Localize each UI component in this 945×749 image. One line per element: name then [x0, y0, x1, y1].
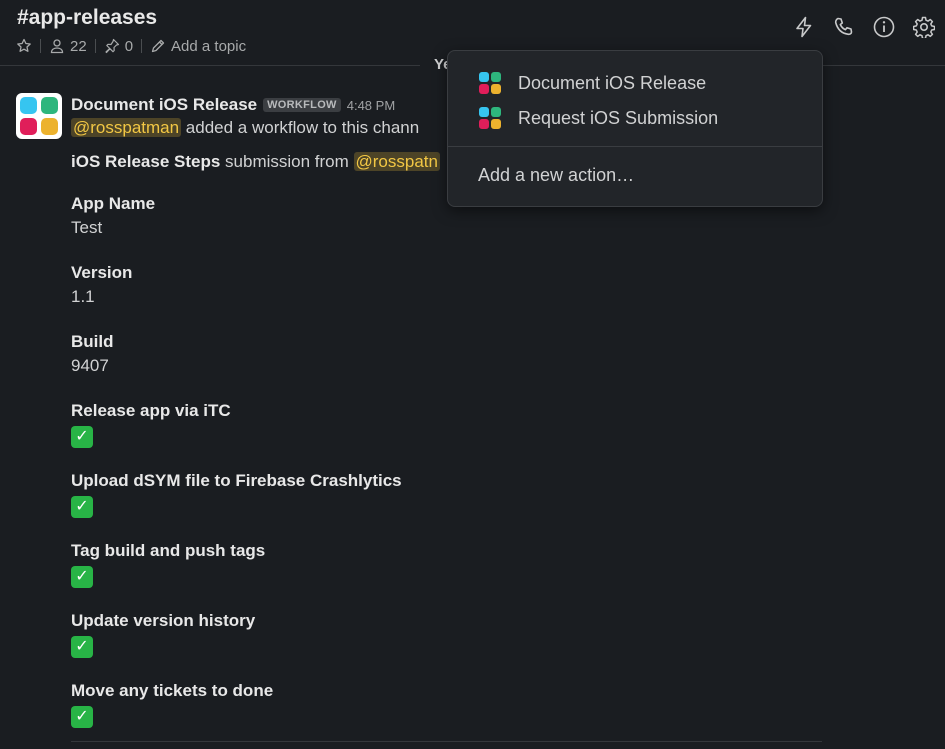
user-mention[interactable]: @rosspatn	[353, 152, 440, 171]
workflow-logo-icon	[479, 107, 501, 129]
info-icon[interactable]	[873, 16, 895, 38]
member-count[interactable]: 22	[70, 38, 87, 55]
field-move-tickets: Move any tickets to done ✓	[71, 679, 831, 728]
meta-separator	[141, 39, 143, 53]
checkmark-icon: ✓	[71, 496, 93, 518]
field-label: Upload dSYM file to Firebase Crashlytics	[71, 471, 402, 490]
workflow-logo-icon	[479, 72, 501, 94]
field-build: Build 9407	[71, 330, 831, 378]
phone-icon[interactable]	[833, 16, 855, 38]
checkmark-icon: ✓	[71, 566, 93, 588]
submission-text: submission from	[220, 152, 354, 171]
field-update-history: Update version history ✓	[71, 609, 831, 658]
added-text: added a workflow to this chann	[181, 118, 420, 137]
message-timestamp[interactable]: 4:48 PM	[347, 98, 395, 113]
gear-icon[interactable]	[913, 16, 935, 38]
workflow-avatar[interactable]	[16, 93, 62, 139]
field-tag-build: Tag build and push tags ✓	[71, 539, 831, 588]
menu-item-document-ios-release[interactable]: Document iOS Release	[478, 70, 706, 96]
field-value: 1.1	[71, 287, 95, 306]
menu-item-request-ios-submission[interactable]: Request iOS Submission	[478, 105, 718, 131]
header-actions	[793, 16, 935, 38]
field-value: 9407	[71, 356, 109, 375]
field-label: Tag build and push tags	[71, 541, 266, 560]
field-value: Test	[71, 218, 103, 237]
add-topic-link[interactable]: Add a topic	[171, 38, 246, 55]
lightning-icon[interactable]	[793, 16, 815, 38]
menu-separator	[448, 146, 822, 147]
pinned-count[interactable]: 0	[125, 38, 133, 55]
star-icon[interactable]	[16, 38, 32, 54]
meta-separator	[40, 39, 41, 53]
user-mention[interactable]: @rosspatman	[71, 118, 182, 137]
menu-item-label: Document iOS Release	[518, 72, 707, 93]
field-label: Move any tickets to done	[71, 681, 274, 700]
pencil-icon[interactable]	[150, 38, 166, 54]
field-label: Release app via iTC	[71, 401, 231, 420]
workflow-name: iOS Release Steps	[71, 152, 221, 171]
field-version: Version 1.1	[71, 261, 831, 309]
workflow-actions-menu: Document iOS Release Request iOS Submiss…	[447, 50, 823, 207]
checkmark-icon: ✓	[71, 636, 93, 658]
sender-name[interactable]: Document iOS Release	[71, 95, 257, 115]
meta-separator	[94, 39, 96, 53]
field-upload-dsym: Upload dSYM file to Firebase Crashlytics…	[71, 469, 831, 518]
pin-icon[interactable]	[104, 38, 120, 54]
field-label: Version	[71, 263, 133, 282]
members-icon[interactable]	[49, 38, 65, 54]
workflow-badge: WORKFLOW	[263, 98, 341, 112]
message-divider	[71, 741, 822, 742]
field-label: Build	[71, 332, 114, 351]
channel-title[interactable]: #app-releases	[17, 6, 157, 30]
channel-meta: 22 0 Add a topic	[16, 36, 246, 56]
checkmark-icon: ✓	[71, 706, 93, 728]
add-new-action-item[interactable]: Add a new action…	[478, 162, 634, 188]
field-release-app: Release app via iTC ✓	[71, 399, 831, 448]
field-label: Update version history	[71, 611, 256, 630]
menu-item-label: Request iOS Submission	[518, 107, 719, 128]
workflow-logo-icon	[20, 97, 58, 135]
checkmark-icon: ✓	[71, 426, 93, 448]
form-fields: App Name Test Version 1.1 Build 9407 Rel…	[71, 192, 831, 728]
